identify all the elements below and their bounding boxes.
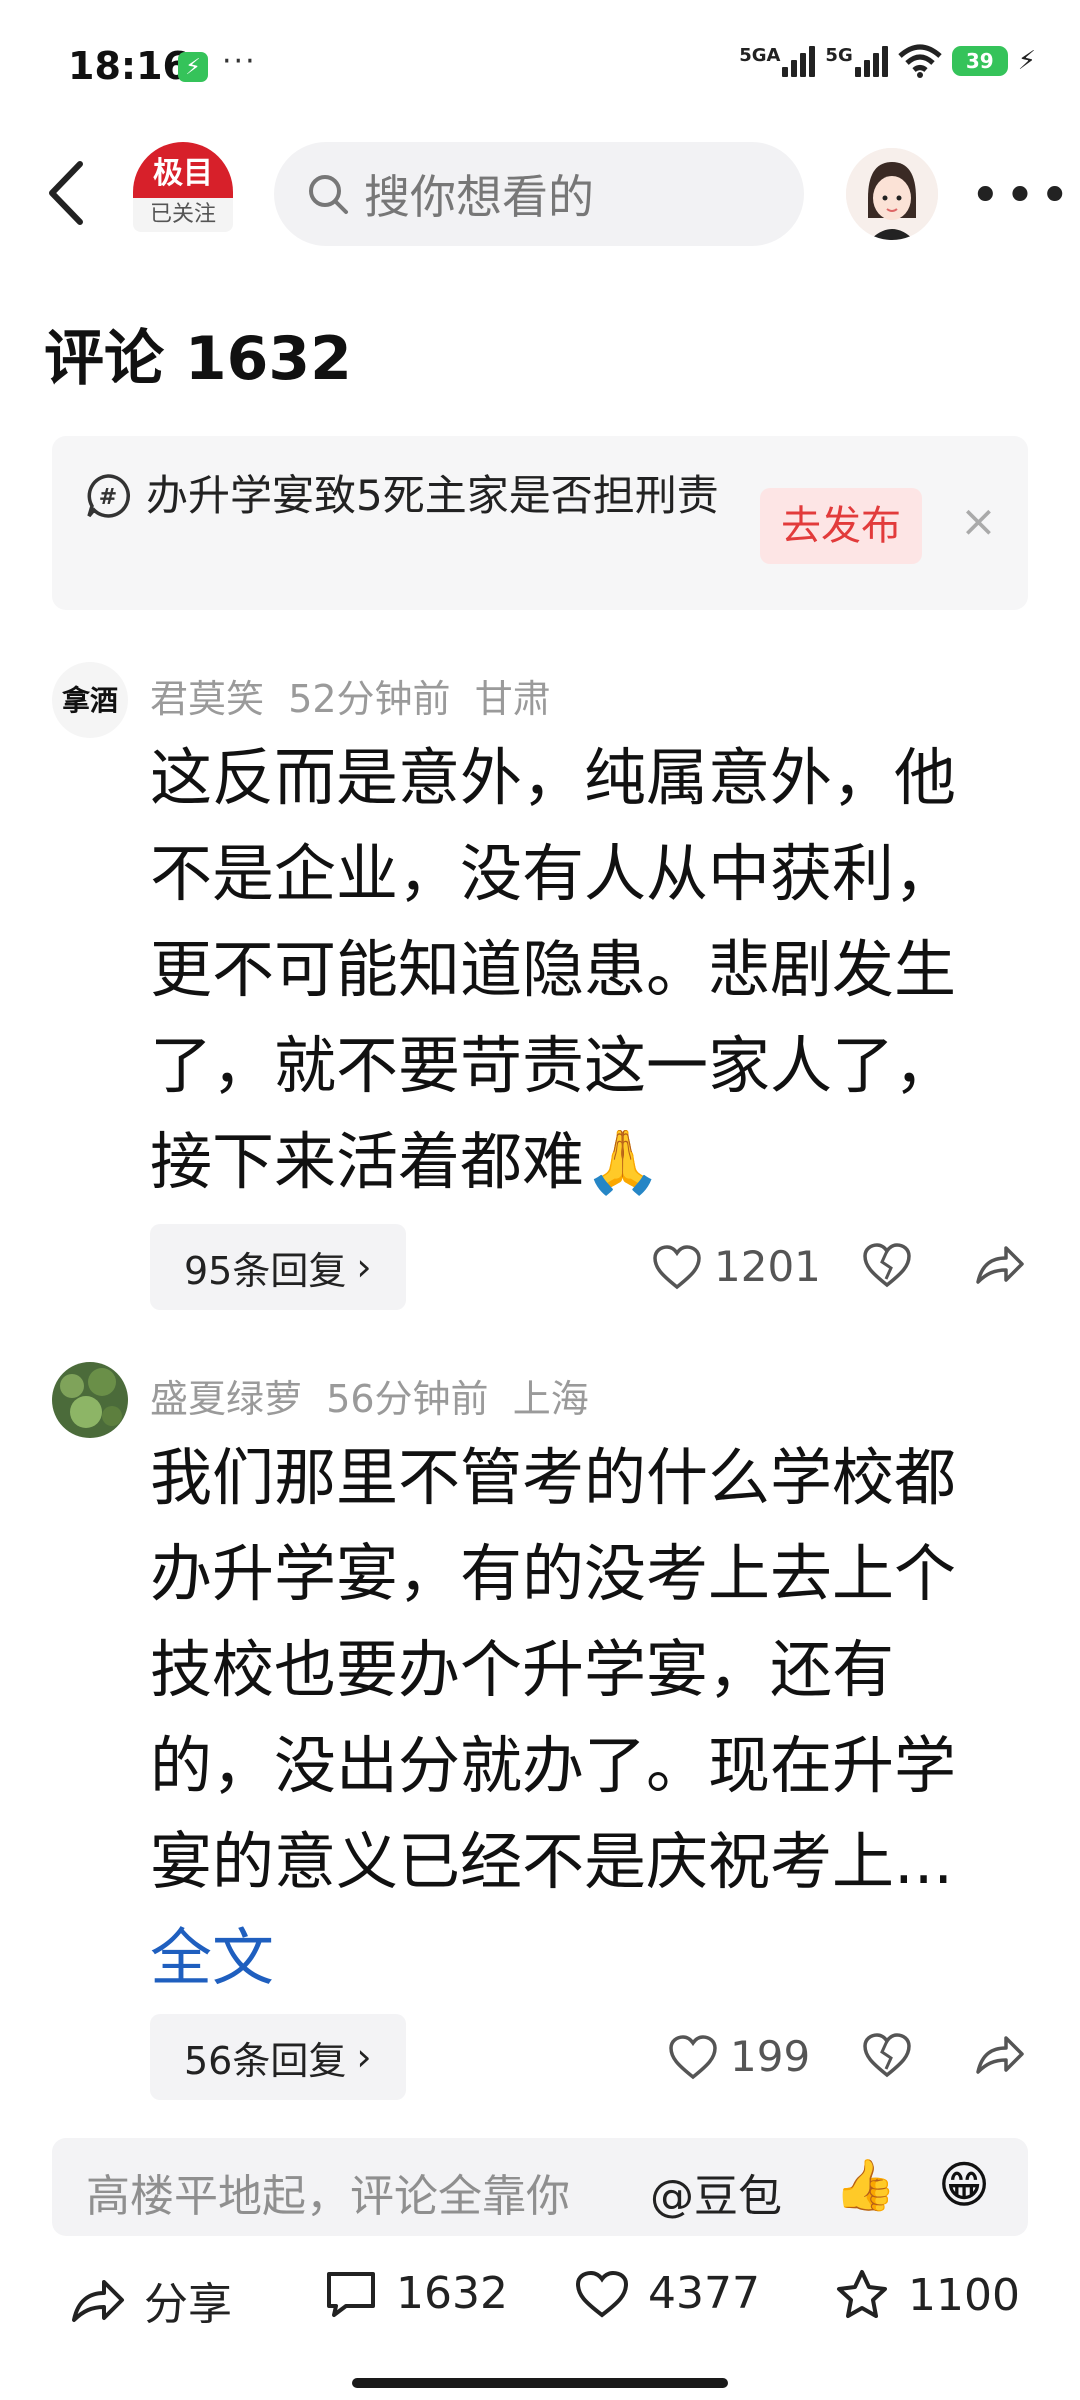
heart-icon <box>575 2270 629 2318</box>
share-button[interactable]: 分享 <box>70 2268 232 2332</box>
topic-text: 办升学宴致5死主家是否担刑责 <box>146 471 719 520</box>
like-button[interactable]: 1201 <box>652 1242 821 1291</box>
comments-button[interactable]: 1632 <box>324 2268 508 2319</box>
avatar-illustration-icon <box>846 148 938 240</box>
share-label: 分享 <box>144 2279 232 2330</box>
comment-time: 52分钟前 <box>288 677 451 721</box>
expand-full-text-link[interactable]: 全文 <box>150 1921 274 1994</box>
search-placeholder: 搜你想看的 <box>364 170 594 224</box>
follow-status-label: 已关注 <box>133 198 233 232</box>
home-indicator[interactable] <box>352 2378 728 2388</box>
heart-icon <box>669 2034 717 2079</box>
dislike-heart-icon[interactable] <box>862 2032 912 2078</box>
like-count: 4377 <box>648 2268 760 2319</box>
share-comment-icon[interactable] <box>974 2030 1026 2078</box>
comment-time: 56分钟前 <box>326 1377 489 1421</box>
comment-icon <box>327 2271 375 2317</box>
grin-emoji-button[interactable]: 😁 <box>938 2156 990 2214</box>
star-icon <box>837 2270 887 2318</box>
share-comment-icon[interactable] <box>974 1240 1026 1288</box>
more-notifications-indicator: ··· <box>222 44 257 79</box>
signal-5g-icon: 5G <box>825 45 888 77</box>
commenter-avatar[interactable]: 拿酒 <box>52 662 128 738</box>
source-account-logo[interactable]: 极目 已关注 <box>130 142 236 242</box>
commenter-avatar[interactable] <box>52 1362 128 1438</box>
status-icons: 5GA 5G 39 ⚡ <box>739 44 1036 78</box>
like-count: 1201 <box>714 1242 821 1291</box>
view-replies-button[interactable]: 95条回复 › <box>150 1224 406 1310</box>
comment-username[interactable]: 君莫笑 <box>150 677 264 721</box>
comment-count: 1632 <box>396 2268 508 2319</box>
comment-location: 甘肃 <box>474 677 551 721</box>
more-options-icon[interactable]: ••• <box>970 166 1074 226</box>
mention-doubao-button[interactable]: @豆包 <box>650 2160 782 2224</box>
battery-icon: 39 <box>951 46 1008 76</box>
dislike-heart-icon[interactable] <box>862 1242 912 1288</box>
charging-app-icon: ⚡ <box>178 52 208 82</box>
view-replies-button[interactable]: 56条回复 › <box>150 2014 406 2100</box>
favorite-count: 1100 <box>908 2269 1020 2321</box>
signal-5ga-icon: 5GA <box>739 45 816 77</box>
user-avatar[interactable] <box>846 148 938 240</box>
share-icon <box>72 2280 124 2322</box>
comment-input-placeholder: 高楼平地起，评论全靠你 <box>86 2171 570 2222</box>
comment-text: 我们那里不管考的什么学校都办升学宴，有的没考上去上个技校也要办个升学宴，还有的，… <box>150 1441 957 1994</box>
wifi-icon <box>898 44 942 78</box>
comment-location: 上海 <box>512 1377 589 1421</box>
source-logo-text: 极目 <box>133 142 233 198</box>
search-icon <box>309 175 348 214</box>
comments-title: 评论 1632 <box>44 324 352 394</box>
publish-button[interactable]: 去发布 <box>760 488 922 564</box>
like-count: 199 <box>730 2032 811 2081</box>
comment-text: 这反而是意外，纯属意外，他不是企业，没有人从中获利，更不可能知道隐患。悲剧发生了… <box>150 741 957 1198</box>
charging-icon: ⚡ <box>1017 46 1036 76</box>
calligraphy-avatar-icon: 拿酒 <box>52 662 128 738</box>
comment-meta: 盛夏绿萝 56分钟前 上海 <box>150 1368 589 1423</box>
comment-meta: 君莫笑 52分钟前 甘肃 <box>150 668 551 723</box>
heart-icon <box>653 1244 701 1289</box>
close-banner-icon[interactable]: × <box>960 496 997 547</box>
like-article-button[interactable]: 4377 <box>574 2268 760 2319</box>
favorite-button[interactable]: 1100 <box>834 2268 1020 2322</box>
like-button[interactable]: 199 <box>668 2032 810 2081</box>
search-input[interactable]: 搜你想看的 <box>274 142 804 246</box>
thumbs-up-emoji-button[interactable]: 👍 <box>834 2156 896 2215</box>
status-time: 18:16 <box>68 44 189 88</box>
plant-photo-avatar-icon <box>52 1362 128 1438</box>
comment-username[interactable]: 盛夏绿萝 <box>150 1377 302 1421</box>
svg-text:拿酒: 拿酒 <box>62 684 118 717</box>
back-arrow-icon[interactable] <box>46 160 86 226</box>
